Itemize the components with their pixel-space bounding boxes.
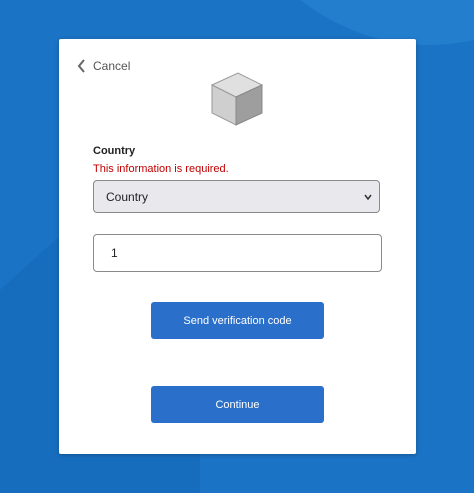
country-error-message: This information is required. <box>93 163 229 175</box>
continue-button[interactable]: Continue <box>151 386 324 423</box>
cube-icon <box>210 72 264 126</box>
phone-number-value: 1 <box>111 246 118 260</box>
cancel-button[interactable]: Cancel <box>76 57 130 75</box>
country-label: Country <box>93 145 136 157</box>
continue-label: Continue <box>215 398 260 411</box>
chevron-down-icon <box>364 194 372 201</box>
verification-card: Cancel Country This information is requi… <box>59 39 416 454</box>
send-verification-code-label: Send verification code <box>183 314 292 327</box>
country-select[interactable]: Country <box>93 180 380 213</box>
country-select-value: Country <box>106 189 149 204</box>
cancel-label: Cancel <box>93 59 131 73</box>
phone-number-input[interactable]: 1 <box>93 234 382 272</box>
chevron-left-icon <box>77 59 85 73</box>
send-verification-code-button[interactable]: Send verification code <box>151 302 324 339</box>
